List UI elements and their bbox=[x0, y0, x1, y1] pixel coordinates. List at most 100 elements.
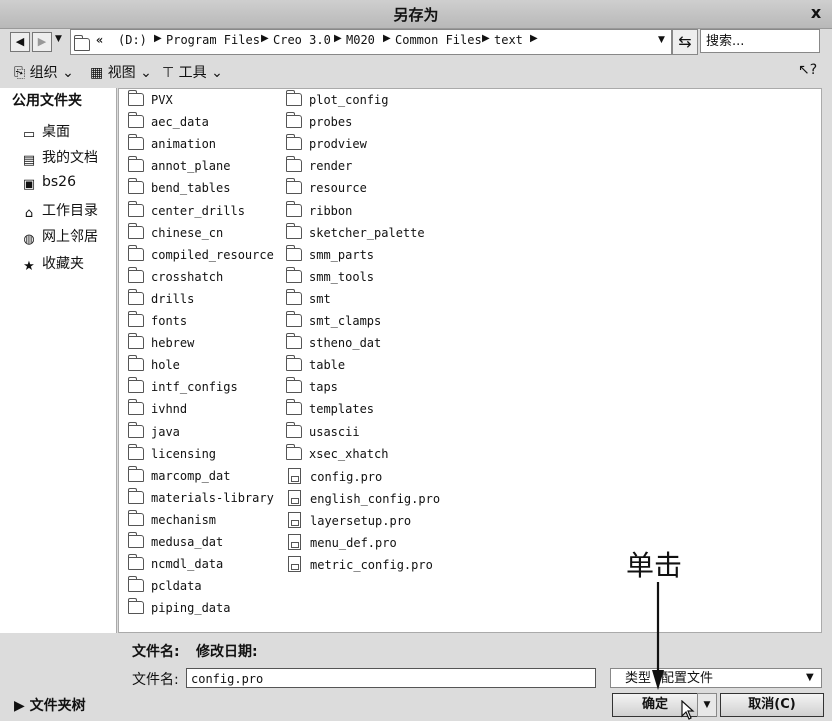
file-item[interactable]: layersetup.pro bbox=[288, 511, 411, 529]
view-menu[interactable]: ▦ 视图 ⌄ bbox=[90, 62, 152, 82]
folder-icon bbox=[286, 421, 302, 438]
folder-item[interactable]: resource bbox=[286, 178, 367, 196]
folder-item[interactable]: smm_parts bbox=[286, 244, 374, 263]
file-item[interactable]: english_config.pro bbox=[288, 489, 440, 507]
file-icon bbox=[288, 511, 301, 528]
file-item[interactable]: config.pro bbox=[288, 467, 382, 485]
folder-item[interactable]: licensing bbox=[128, 443, 216, 462]
item-label: render bbox=[309, 159, 353, 174]
item-label: taps bbox=[309, 380, 338, 395]
sidebar-item-desktop[interactable]: ▭ 桌面 bbox=[20, 121, 70, 142]
filename-input[interactable]: config.pro bbox=[186, 668, 596, 688]
folder-item[interactable]: center_drills bbox=[128, 200, 245, 219]
folder-item[interactable]: marcomp_dat bbox=[128, 465, 230, 484]
folder-icon bbox=[286, 178, 302, 195]
item-label: hole bbox=[151, 358, 180, 373]
folder-item[interactable]: plot_config bbox=[286, 90, 388, 108]
help-pointer-icon[interactable]: ↖? bbox=[798, 62, 817, 78]
folder-item[interactable]: templates bbox=[286, 399, 375, 417]
forward-button[interactable]: ▶ bbox=[32, 32, 52, 52]
folder-item[interactable]: render bbox=[286, 156, 353, 174]
file-item[interactable]: metric_config.pro bbox=[288, 556, 433, 573]
folder-item[interactable]: materials-library bbox=[128, 487, 274, 506]
folder-item[interactable]: fonts bbox=[128, 311, 187, 329]
breadcrumb-separator-icon[interactable]: ▶ bbox=[482, 33, 490, 44]
folder-item[interactable]: taps bbox=[286, 377, 338, 395]
breadcrumb-text[interactable]: text bbox=[494, 33, 523, 47]
cancel-button[interactable]: 取消(C) bbox=[720, 693, 824, 717]
folder-item[interactable]: piping_data bbox=[128, 598, 230, 616]
folder-item[interactable]: java bbox=[128, 421, 180, 440]
folder-item[interactable]: smt_clamps bbox=[286, 311, 381, 329]
history-dropdown-icon[interactable]: ▼ bbox=[55, 34, 62, 44]
mouse-cursor-icon bbox=[681, 700, 695, 720]
folder-item[interactable]: smm_tools bbox=[286, 266, 375, 285]
breadcrumb-separator-icon[interactable]: ▶ bbox=[154, 33, 162, 44]
item-label: smm_tools bbox=[309, 269, 375, 284]
folder-item[interactable]: probes bbox=[286, 112, 352, 130]
folder-item[interactable]: ncmdl_data bbox=[128, 554, 223, 572]
folder-item[interactable]: table bbox=[286, 355, 345, 373]
address-dropdown-icon[interactable]: ▼ bbox=[658, 35, 665, 45]
folder-icon bbox=[128, 443, 144, 460]
folder-item[interactable]: smt bbox=[286, 288, 331, 307]
breadcrumb-common-files[interactable]: Common Files bbox=[395, 33, 482, 47]
folder-item[interactable]: mechanism bbox=[128, 509, 216, 528]
computer-icon: ▣ bbox=[22, 177, 36, 192]
breadcrumb-creo[interactable]: Creo 3.0 bbox=[273, 33, 331, 47]
folder-item[interactable]: stheno_dat bbox=[286, 333, 381, 351]
breadcrumb-separator-icon[interactable]: ▶ bbox=[261, 33, 269, 44]
organize-menu[interactable]: ⎘ 组织 ⌄ bbox=[14, 62, 74, 82]
folder-item[interactable]: bend_tables bbox=[128, 178, 230, 196]
search-input[interactable]: 搜索... bbox=[700, 29, 820, 53]
folder-item[interactable]: usascii bbox=[286, 421, 360, 440]
folder-icon bbox=[74, 34, 97, 53]
folder-item[interactable]: sketcher_palette bbox=[286, 222, 425, 241]
folder-item[interactable]: pcldata bbox=[128, 576, 202, 594]
sidebar-item-network[interactable]: ◍ 网上邻居 bbox=[20, 226, 98, 247]
folder-item[interactable]: prodview bbox=[286, 134, 367, 152]
item-label: templates bbox=[309, 402, 375, 417]
chevron-down-icon[interactable]: ▼ bbox=[806, 672, 814, 683]
folder-item[interactable]: ribbon bbox=[286, 200, 352, 219]
sidebar-item-documents[interactable]: ▤ 我的文档 bbox=[20, 147, 98, 168]
folder-item[interactable]: hebrew bbox=[128, 333, 194, 351]
breadcrumb-separator-icon[interactable]: ▶ bbox=[334, 33, 342, 44]
folder-item[interactable]: PVX bbox=[128, 90, 173, 108]
file-icon bbox=[288, 534, 301, 550]
item-label: menu_def.pro bbox=[310, 536, 397, 550]
breadcrumb-drive[interactable]: (D:) bbox=[118, 33, 147, 47]
folder-item[interactable]: chinese_cn bbox=[128, 222, 223, 241]
folder-item[interactable]: drills bbox=[128, 288, 194, 307]
folder-icon bbox=[128, 487, 144, 504]
sidebar-item-favorites[interactable]: ★ 收藏夹 bbox=[20, 253, 84, 274]
item-label: resource bbox=[309, 181, 367, 196]
tools-menu[interactable]: ⊤ 工具 ⌄ bbox=[162, 62, 223, 82]
folder-item[interactable]: ivhnd bbox=[128, 399, 187, 417]
breadcrumb-overflow[interactable]: « bbox=[96, 33, 103, 47]
folder-item[interactable]: aec_data bbox=[128, 112, 209, 130]
close-button[interactable]: x bbox=[806, 3, 826, 23]
folder-icon bbox=[128, 222, 144, 239]
breadcrumb-separator-icon[interactable]: ▶ bbox=[383, 33, 391, 44]
folder-icon bbox=[128, 598, 144, 615]
item-label: prodview bbox=[309, 137, 367, 152]
folder-item[interactable]: xsec_xhatch bbox=[286, 443, 388, 462]
folder-item[interactable]: crosshatch bbox=[128, 266, 223, 285]
sidebar-item-working-directory[interactable]: ⌂ 工作目录 bbox=[20, 200, 98, 221]
refresh-button[interactable]: ⇆ bbox=[672, 29, 698, 55]
ok-dropdown-button[interactable]: ▼ bbox=[697, 693, 717, 717]
breadcrumb-separator-icon[interactable]: ▶ bbox=[530, 33, 538, 44]
file-item[interactable]: menu_def.pro bbox=[288, 534, 397, 551]
sidebar-item-computer[interactable]: ▣ bs26 bbox=[20, 174, 76, 192]
breadcrumb-program-files[interactable]: Program Files bbox=[166, 33, 260, 47]
folder-item[interactable]: compiled_resource bbox=[128, 244, 274, 263]
breadcrumb-m020[interactable]: M020 bbox=[346, 33, 375, 47]
folder-item[interactable]: intf_configs bbox=[128, 377, 238, 395]
folder-tree-toggle[interactable]: ▶ 文件夹树 bbox=[14, 695, 86, 715]
folder-item[interactable]: annot_plane bbox=[128, 156, 230, 174]
folder-item[interactable]: animation bbox=[128, 134, 216, 152]
back-button[interactable]: ◀ bbox=[10, 32, 30, 52]
folder-item[interactable]: hole bbox=[128, 355, 180, 373]
folder-item[interactable]: medusa_dat bbox=[128, 532, 223, 550]
